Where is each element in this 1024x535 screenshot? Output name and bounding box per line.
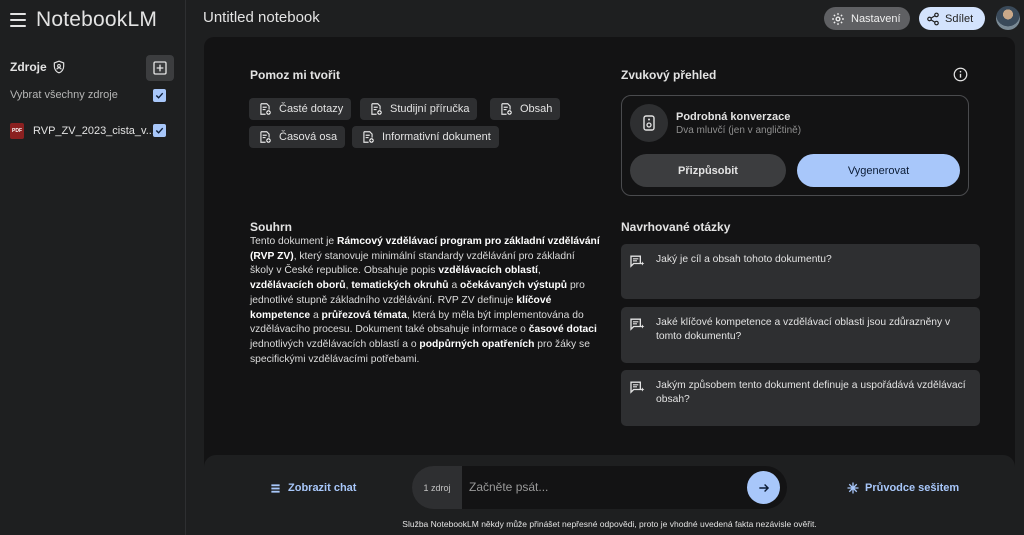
summary-fragment: , — [537, 265, 541, 277]
note-add-icon — [260, 103, 271, 115]
generate-button[interactable]: Vygenerovat — [797, 154, 960, 187]
share-button[interactable]: Sdílet — [919, 7, 985, 30]
chat-spark-icon — [630, 381, 645, 394]
suggested-question-text: Jaké klíčové kompetence a vzdělávací obl… — [656, 317, 951, 342]
summary-title: Souhrn — [250, 220, 292, 234]
summary-keyword: tematických okruhů — [351, 280, 449, 292]
summary-keyword: podpůrných opatřeních — [419, 338, 535, 350]
chip-label: Informativní dokument — [382, 131, 491, 143]
sidebar: NotebookLM Zdroje Vybrat všechny zdroje … — [0, 0, 186, 535]
share-icon — [927, 12, 939, 25]
pdf-file-icon: PDF — [10, 123, 24, 139]
chip-study-guide[interactable]: Studijní příručka — [360, 98, 478, 120]
chip-timeline[interactable]: Časová osa — [249, 126, 346, 148]
summary-keyword: průřezová témata — [321, 309, 407, 321]
send-button[interactable] — [747, 471, 780, 504]
chip-label: Časté dotazy — [279, 103, 344, 115]
chat-list-icon — [271, 483, 280, 493]
avatar[interactable] — [996, 6, 1020, 30]
notebook-title[interactable]: Untitled notebook — [203, 9, 320, 26]
show-chat-button[interactable]: Zobrazit chat — [270, 482, 356, 494]
chip-briefing-doc[interactable]: Informativní dokument — [352, 126, 499, 148]
gear-icon — [832, 12, 844, 25]
summary-fragment: a — [310, 309, 322, 321]
sparkle-icon — [847, 482, 859, 494]
notebook-guide-label: Průvodce sešitem — [865, 482, 960, 494]
help-create-title: Pomoz mi tvořit — [250, 68, 341, 82]
note-add-icon — [371, 103, 382, 115]
chat-input[interactable]: Začněte psát... — [469, 480, 548, 494]
source-item[interactable]: PDF RVP_ZV_2023_cista_v... — [10, 123, 155, 139]
suggested-question[interactable]: Jakým způsobem tento dokument definuje a… — [621, 370, 980, 426]
info-icon[interactable] — [953, 67, 968, 82]
show-chat-label: Zobrazit chat — [288, 482, 357, 494]
chip-label: Časová osa — [279, 131, 338, 143]
brand: NotebookLM — [10, 8, 157, 32]
chip-faq[interactable]: Časté dotazy — [249, 98, 352, 120]
summary-fragment: jednotlivých vzdělávacích oblastí a o — [250, 338, 420, 350]
add-source-button[interactable] — [146, 55, 174, 81]
suggested-question-text: Jakým způsobem tento dokument definuje a… — [656, 380, 966, 405]
summary-keyword: časové dotaci — [528, 324, 597, 336]
check-icon — [155, 127, 164, 134]
notebook-guide-button[interactable]: Průvodce sešitem — [847, 482, 959, 494]
chat-bar: Zobrazit chat 1 zdroj Začněte psát... Pr… — [204, 455, 1015, 535]
chip-label: Studijní příručka — [390, 103, 470, 115]
source-name: RVP_ZV_2023_cista_v... — [33, 125, 155, 137]
app-name: NotebookLM — [36, 8, 158, 31]
note-add-icon — [260, 131, 271, 143]
top-bar: Untitled notebook Nastavení Sdílet — [187, 0, 1024, 36]
audio-overview-card: Podrobná konverzace Dva mluvčí (jen v an… — [621, 95, 969, 196]
audio-overview-title: Zvukový přehled — [621, 68, 717, 82]
chat-spark-icon — [630, 255, 645, 268]
source-checkbox[interactable] — [153, 124, 166, 137]
shield-icon[interactable] — [52, 60, 66, 74]
suggested-question[interactable]: Jaké klíčové kompetence a vzdělávací obl… — [621, 307, 980, 363]
share-label: Sdílet — [945, 12, 974, 25]
summary-keyword: očekávaných výstupů — [460, 280, 568, 292]
settings-label: Nastavení — [851, 12, 901, 25]
summary-fragment: Tento dokument je — [250, 236, 338, 247]
menu-icon[interactable] — [10, 13, 26, 27]
chip-contents[interactable]: Obsah — [490, 98, 561, 120]
sources-heading: Zdroje — [10, 60, 66, 74]
audio-card-title: Podrobná konverzace — [676, 111, 791, 123]
summary-fragment: a — [448, 280, 461, 292]
suggested-questions-title: Navrhované otázky — [621, 220, 731, 234]
summary-text: Tento dokument je Rámcový vzdělávací pro… — [250, 235, 600, 367]
sources-label: Zdroje — [10, 60, 47, 74]
chat-input-box[interactable]: 1 zdroj Začněte psát... — [412, 466, 787, 509]
check-icon — [155, 92, 164, 99]
customize-button[interactable]: Přizpůsobit — [630, 154, 786, 187]
audio-file-icon — [630, 104, 668, 142]
arrow-right-icon — [758, 483, 769, 492]
notebook-guide-panel: Pomoz mi tvořit Časté dotazy Studijní př… — [204, 37, 1015, 535]
suggested-question-text: Jaký je cíl a obsah tohoto dokumentu? — [656, 254, 832, 265]
chip-label: Obsah — [520, 103, 553, 115]
select-all-checkbox[interactable] — [153, 89, 166, 102]
source-count-badge[interactable]: 1 zdroj — [412, 466, 462, 509]
summary-keyword: vzdělávacích oborů — [250, 280, 346, 292]
chat-spark-icon — [630, 318, 645, 331]
select-all-label: Vybrat všechny zdroje — [10, 89, 118, 101]
audio-card-subtitle: Dva mluvčí (jen v angličtině) — [676, 125, 802, 136]
add-box-icon — [153, 61, 167, 75]
suggested-question[interactable]: Jaký je cíl a obsah tohoto dokumentu? — [621, 244, 980, 299]
disclaimer-text: Služba NotebookLM někdy může přinášet ne… — [402, 519, 817, 529]
summary-keyword: vzdělávacích oblastí — [438, 265, 538, 277]
settings-button[interactable]: Nastavení — [824, 7, 910, 30]
note-add-icon — [501, 103, 512, 115]
note-add-icon — [363, 131, 374, 143]
